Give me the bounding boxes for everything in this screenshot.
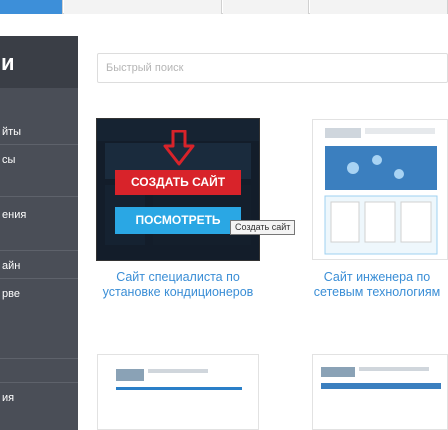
sidebar-divider (0, 382, 78, 383)
sidebar-item-design[interactable]: айн (0, 260, 78, 272)
template-preview-image (116, 369, 242, 390)
template-title-link[interactable]: Сайт инженера по сетевым технологиям (306, 270, 448, 300)
sidebar-item-2[interactable]: сы (0, 154, 78, 166)
sidebar-header: и (0, 36, 78, 88)
tab-4[interactable] (310, 0, 448, 14)
view-button[interactable]: ПОСМОТРЕТЬ (115, 207, 241, 234)
tooltip: Создать сайт (230, 220, 296, 235)
template-preview-image (313, 120, 447, 259)
sidebar: и йты сы ения айн рве ия (0, 36, 78, 430)
template-preview-image (321, 367, 441, 389)
sidebar-item-5[interactable]: рве (0, 288, 78, 300)
sidebar-title: и (1, 50, 15, 75)
template-thumbnail[interactable] (97, 354, 259, 430)
template-title-link[interactable]: Сайт специалиста по установке кондиционе… (97, 270, 259, 300)
sidebar-item-3[interactable]: ения (0, 209, 78, 221)
template-thumbnail[interactable] (312, 354, 448, 430)
tab-2[interactable] (64, 0, 222, 14)
sidebar-divider (0, 358, 78, 359)
create-site-button[interactable]: СОЗДАТЬ САЙТ (115, 170, 241, 195)
sidebar-divider (0, 196, 78, 197)
top-tab-bar (0, 0, 448, 14)
sidebar-item-sites[interactable]: йты (0, 126, 78, 138)
tab-3[interactable] (223, 0, 309, 14)
search-box (97, 53, 448, 83)
sidebar-item-6[interactable]: ия (0, 392, 78, 404)
top-spacer (0, 14, 448, 36)
search-input[interactable] (106, 60, 436, 76)
template-thumbnail[interactable] (312, 119, 448, 260)
down-arrow-icon (163, 130, 195, 166)
sidebar-divider (0, 278, 78, 279)
sidebar-divider (0, 250, 78, 251)
sidebar-divider (0, 144, 78, 145)
tab-1[interactable] (0, 0, 63, 14)
